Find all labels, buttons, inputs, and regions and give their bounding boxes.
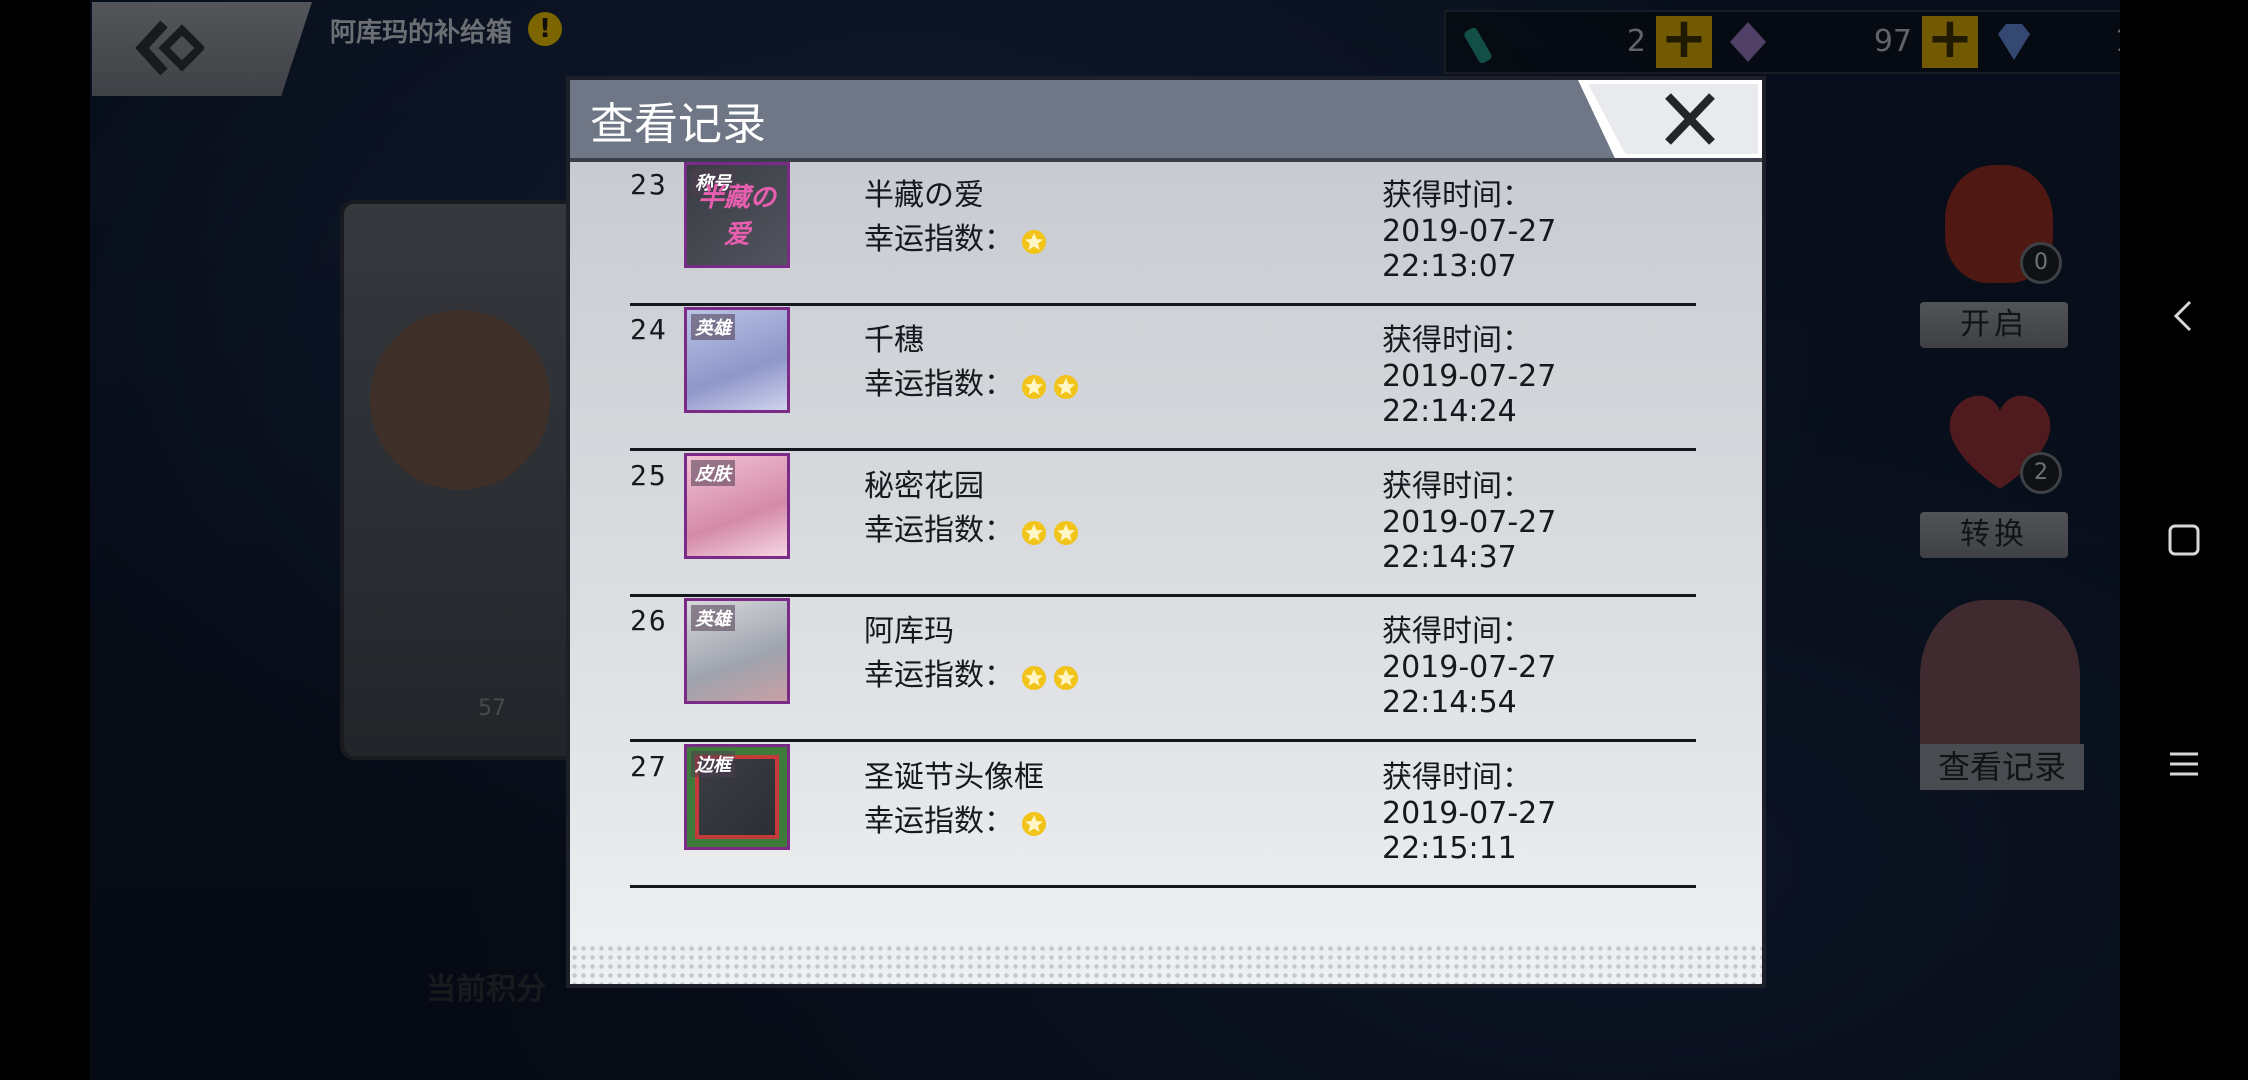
obtain-time: 2019-07-27 22:14:24 [1382, 359, 1557, 429]
star-icon [1022, 374, 1046, 399]
luck-index: 幸运指数： [864, 359, 1084, 403]
record-row: 25 皮肤 秘密花园幸运指数： 获得时间： 2019-07-27 22:14:37 [630, 451, 1696, 597]
record-index: 26 [630, 604, 668, 637]
dialog-header: 查看记录 [570, 80, 1762, 158]
obtain-time: 2019-07-27 22:14:54 [1382, 650, 1557, 720]
reward-icon[interactable]: 英雄 [684, 598, 790, 704]
obtain-time: 2019-07-27 22:14:37 [1382, 505, 1557, 575]
nav-home-icon[interactable] [2160, 516, 2208, 564]
luck-label: 幸运指数： [864, 658, 1014, 693]
nav-recents-icon[interactable] [2160, 740, 2208, 788]
record-index: 24 [630, 313, 668, 346]
android-nav-bar [2120, 0, 2248, 1080]
row-divider [630, 885, 1696, 888]
reward-type-tag: 英雄 [691, 314, 735, 340]
luck-stars [1020, 805, 1052, 840]
luck-stars [1020, 514, 1084, 549]
record-index: 23 [630, 168, 668, 201]
star-icon [1022, 229, 1046, 254]
luck-index: 幸运指数： [864, 505, 1084, 549]
obtain-time-label: 获得时间： [1382, 323, 1532, 358]
star-icon [1054, 665, 1078, 690]
record-row: 26 英雄 阿库玛幸运指数： 获得时间： 2019-07-27 22:14:54 [630, 596, 1696, 742]
reward-name: 千穗 [864, 323, 924, 358]
luck-index: 幸运指数： [864, 214, 1052, 258]
record-row: 27 边框 圣诞节头像框 幸运指数： 获得时间： 2019-07-27 22:15:11 [630, 742, 1696, 888]
luck-label: 幸运指数： [864, 804, 1014, 839]
star-icon [1022, 665, 1046, 690]
reward-name: 秘密花园 [864, 469, 984, 504]
luck-index: 幸运指数： [864, 650, 1084, 694]
nav-back-icon[interactable] [2160, 292, 2208, 340]
luck-stars [1020, 223, 1052, 258]
luck-label: 幸运指数： [864, 222, 1014, 257]
record-index: 25 [630, 459, 668, 492]
reward-type-tag: 边框 [691, 751, 735, 777]
reward-icon[interactable]: 英雄 [684, 307, 790, 413]
dialog-title: 查看记录 [590, 99, 766, 150]
obtain-time-label: 获得时间： [1382, 614, 1532, 649]
luck-label: 幸运指数： [864, 367, 1014, 402]
record-row: 24 英雄 千穗幸运指数： 获得时间： 2019-07-27 22:14:24 [630, 305, 1696, 451]
record-row: 23 称号 半藏の爱 半藏の爱 幸运指数： 获得时间： 2019-07-27 22:13:0… [630, 162, 1696, 306]
reward-type-tag: 皮肤 [691, 460, 735, 486]
luck-stars [1020, 368, 1084, 403]
star-icon [1022, 520, 1046, 545]
obtain-time-label: 获得时间： [1382, 469, 1532, 504]
reward-name: 圣诞节头像框 [864, 760, 1044, 795]
reward-type-tag: 英雄 [691, 605, 735, 631]
star-icon [1054, 520, 1078, 545]
record-list[interactable]: 23 称号 半藏の爱 半藏の爱 幸运指数： 获得时间： 2019-07-27 22:13:0… [570, 162, 1762, 984]
reward-icon-text: 半藏の爱 [697, 183, 776, 250]
close-button[interactable] [1578, 80, 1762, 158]
record-index: 27 [630, 750, 668, 783]
reward-name: 阿库玛 [864, 614, 954, 649]
obtain-time: 2019-07-27 22:13:07 [1382, 214, 1557, 284]
obtain-time: 2019-07-27 22:15:11 [1382, 796, 1557, 866]
obtain-time-label: 获得时间： [1382, 760, 1532, 795]
star-icon [1022, 811, 1046, 836]
reward-icon[interactable]: 皮肤 [684, 453, 790, 559]
dotted-footer-pattern [570, 944, 1762, 984]
records-dialog: 查看记录 23 称号 半藏の爱 半藏の爱 幸运指数： 获得时间： 2019-07-27 22… [566, 76, 1766, 988]
reward-icon[interactable]: 称号 半藏の爱 [684, 162, 790, 268]
luck-index: 幸运指数： [864, 796, 1052, 840]
star-icon [1054, 374, 1078, 399]
close-icon [1665, 93, 1715, 145]
luck-stars [1020, 659, 1084, 694]
obtain-time-label: 获得时间： [1382, 178, 1532, 213]
reward-name: 半藏の爱 [864, 178, 984, 213]
reward-icon[interactable]: 边框 [684, 744, 790, 850]
luck-label: 幸运指数： [864, 513, 1014, 548]
